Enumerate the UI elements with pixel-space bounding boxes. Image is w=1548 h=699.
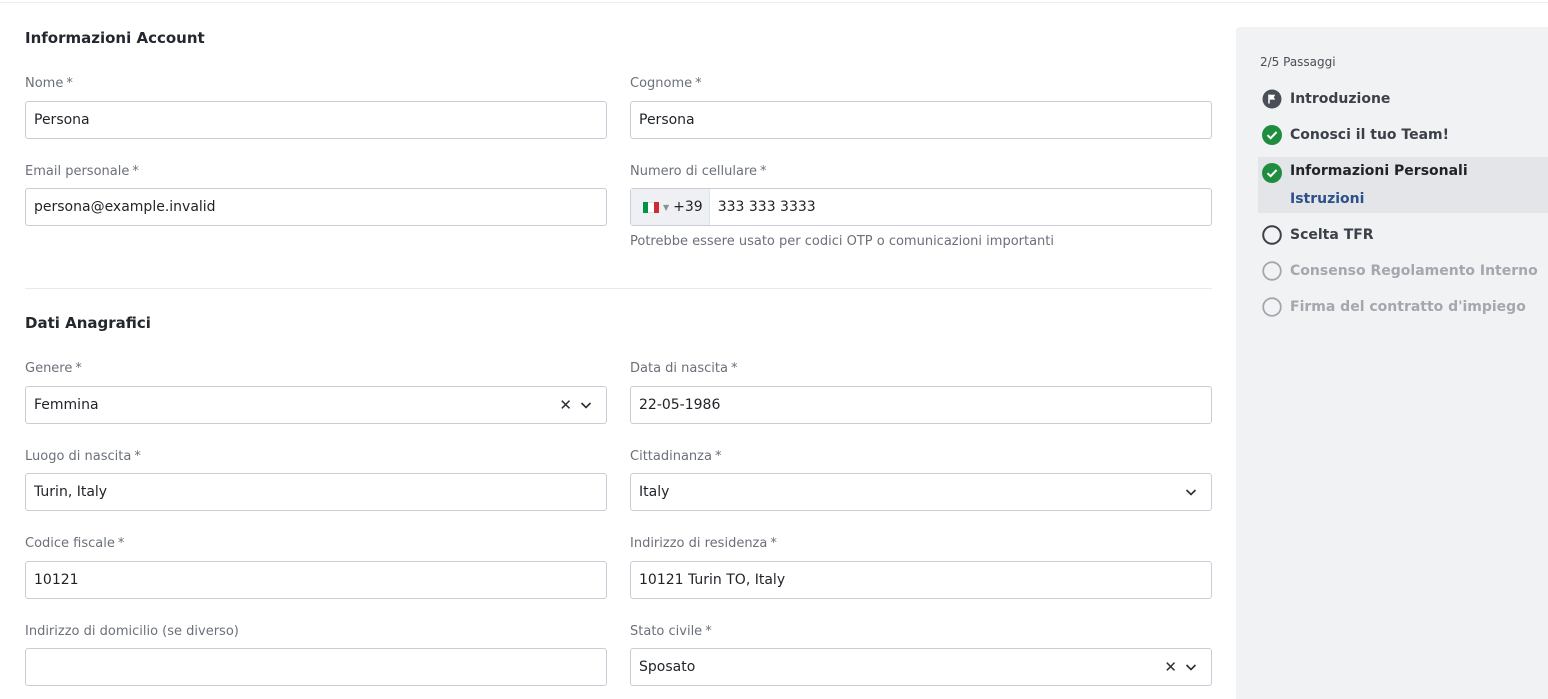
step-conosci-team[interactable]: Conosci il tuo Team! xyxy=(1258,117,1548,153)
domicilio-label: Indirizzo di domicilio (se diverso) xyxy=(25,624,239,639)
stato-civile-label: Stato civile * xyxy=(630,624,712,639)
step-consenso-regolamento: Consenso Regolamento Interno xyxy=(1258,253,1548,289)
email-label: Email personale * xyxy=(25,164,139,179)
flag-icon xyxy=(1262,89,1282,109)
empty-circle-icon xyxy=(1262,297,1282,317)
chevron-down-icon[interactable] xyxy=(1183,484,1199,500)
section-divider xyxy=(25,288,1212,289)
chevron-down-icon[interactable] xyxy=(1183,659,1199,675)
check-circle-icon xyxy=(1262,125,1282,145)
step-scelta-tfr[interactable]: Scelta TFR xyxy=(1258,217,1548,253)
clear-icon[interactable]: ✕ xyxy=(1164,659,1177,675)
chevron-down-icon[interactable] xyxy=(578,397,594,413)
cellulare-input[interactable]: ▼ +39 333 333 3333 xyxy=(630,188,1212,226)
caret-down-icon: ▼ xyxy=(663,202,670,212)
substep-istruzioni[interactable]: Istruzioni xyxy=(1290,191,1364,207)
genere-label: Genere * xyxy=(25,361,82,376)
domicilio-input[interactable] xyxy=(25,648,607,686)
step-firma-contratto: Firma del contratto d'impiego xyxy=(1258,289,1548,325)
empty-circle-icon xyxy=(1262,261,1282,281)
luogo-nascita-label: Luogo di nascita * xyxy=(25,449,141,464)
steps-count: 2/5 Passaggi xyxy=(1260,55,1336,69)
nome-input[interactable]: Persona xyxy=(25,101,607,139)
stato-civile-select[interactable]: Sposato ✕ xyxy=(630,648,1212,686)
genere-select[interactable]: Femmina ✕ xyxy=(25,386,607,424)
form-main: Informazioni Account Nome * Persona Cogno… xyxy=(25,0,1212,699)
residenza-label: Indirizzo di residenza * xyxy=(630,536,777,551)
country-code-select[interactable]: ▼ +39 xyxy=(631,189,710,225)
step-introduzione[interactable]: Introduzione xyxy=(1258,81,1548,117)
cittadinanza-select[interactable]: Italy xyxy=(630,473,1212,511)
email-input[interactable]: persona@example.invalid xyxy=(25,188,607,226)
codice-fiscale-input[interactable]: 10121 xyxy=(25,561,607,599)
cognome-label: Cognome * xyxy=(630,76,702,91)
italy-flag-icon xyxy=(643,201,659,213)
steps-sidebar: 2/5 Passaggi Introduzione Conosci il tuo… xyxy=(1236,27,1548,699)
phone-number: 333 333 3333 xyxy=(717,199,816,215)
data-nascita-input[interactable]: 22-05-1986 xyxy=(630,386,1212,424)
country-code: +39 xyxy=(673,199,703,215)
cognome-input[interactable]: Persona xyxy=(630,101,1212,139)
section-title-account: Informazioni Account xyxy=(25,29,205,47)
data-nascita-label: Data di nascita * xyxy=(630,361,738,376)
cellulare-label: Numero di cellulare * xyxy=(630,164,767,179)
step-informazioni-personali[interactable]: Informazioni Personali Istruzioni xyxy=(1258,157,1548,213)
codice-fiscale-label: Codice fiscale * xyxy=(25,536,125,551)
check-circle-icon xyxy=(1262,163,1282,183)
cittadinanza-label: Cittadinanza * xyxy=(630,449,722,464)
empty-circle-icon xyxy=(1262,225,1282,245)
cellulare-hint: Potrebbe essere usato per codici OTP o c… xyxy=(630,234,1055,249)
nome-label: Nome * xyxy=(25,76,73,91)
section-title-anagrafici: Dati Anagrafici xyxy=(25,314,151,332)
clear-icon[interactable]: ✕ xyxy=(559,397,572,413)
residenza-input[interactable]: 10121 Turin TO, Italy xyxy=(630,561,1212,599)
luogo-nascita-input[interactable]: Turin, Italy xyxy=(25,473,607,511)
